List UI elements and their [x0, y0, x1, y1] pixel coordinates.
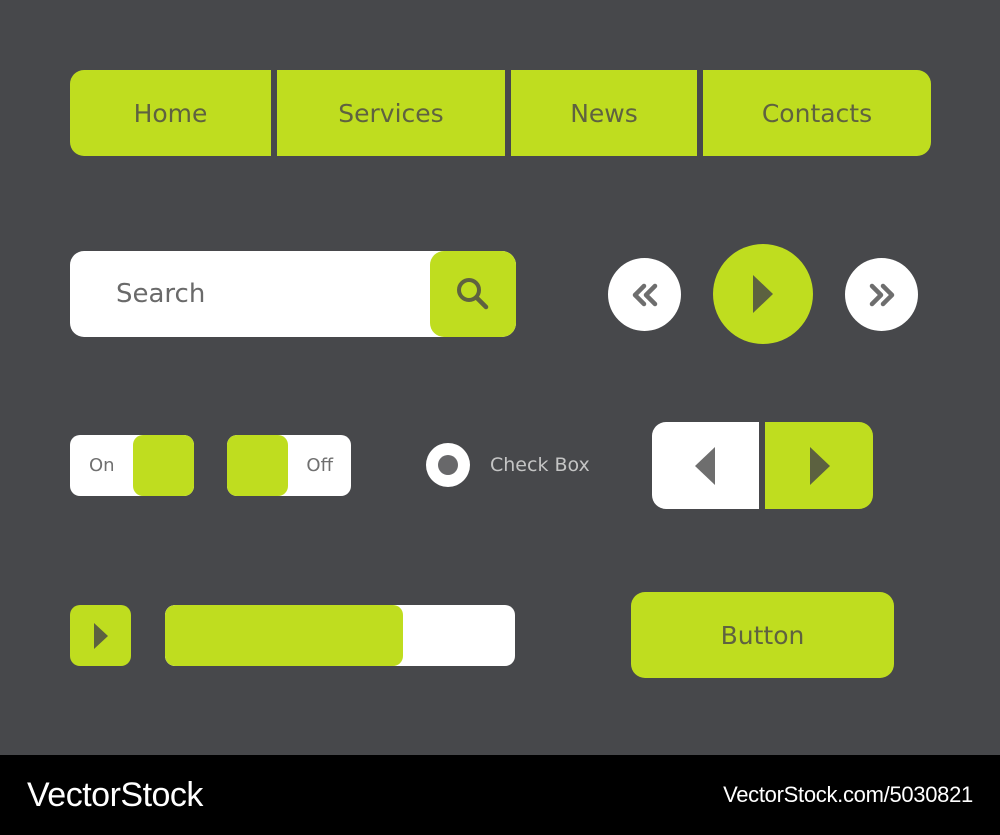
main-button[interactable]: Button — [631, 592, 894, 678]
footer-bar: VectorStock VectorStock.com/5030821 — [0, 755, 1000, 835]
triangle-right-icon — [810, 446, 830, 485]
search-button[interactable] — [430, 251, 516, 337]
nav-item-home[interactable]: Home — [70, 70, 271, 156]
play-button[interactable] — [713, 244, 813, 344]
play-icon — [753, 275, 773, 313]
toggle-knob[interactable] — [227, 435, 288, 496]
search-bar — [70, 251, 516, 337]
double-chevron-left-icon — [632, 283, 657, 306]
progress-fill — [165, 605, 403, 666]
toggle-label: Off — [306, 455, 333, 476]
play-icon — [93, 622, 108, 649]
nav-item-news[interactable]: News — [511, 70, 697, 156]
fast-forward-button[interactable] — [845, 258, 918, 331]
nav-item-label: Contacts — [761, 98, 873, 128]
brand-url: VectorStock.com/5030821 — [723, 782, 973, 807]
check-box-label: Check Box — [490, 454, 590, 476]
toggle-knob[interactable] — [133, 435, 194, 496]
nav-item-label: Home — [133, 98, 208, 128]
small-play-button[interactable] — [70, 605, 131, 666]
search-input[interactable] — [70, 251, 430, 337]
progress-bar[interactable] — [165, 605, 515, 666]
previous-button[interactable] — [652, 422, 759, 509]
next-button[interactable] — [765, 422, 873, 509]
nav-item-contacts[interactable]: Contacts — [703, 70, 931, 156]
double-chevron-right-icon — [869, 283, 894, 306]
toggle-off[interactable]: Off — [227, 435, 351, 496]
search-icon — [457, 278, 489, 310]
nav-item-label: News — [570, 98, 638, 128]
radio-dot — [438, 455, 458, 475]
toggle-label: On — [89, 455, 115, 476]
rewind-button[interactable] — [608, 258, 681, 331]
check-box-radio[interactable] — [426, 443, 470, 487]
nav-item-services[interactable]: Services — [277, 70, 505, 156]
toggle-on[interactable]: On — [70, 435, 194, 496]
nav-item-label: Services — [338, 98, 444, 128]
triangle-left-icon — [694, 446, 715, 485]
brand-logo: VectorStock — [27, 775, 203, 814]
